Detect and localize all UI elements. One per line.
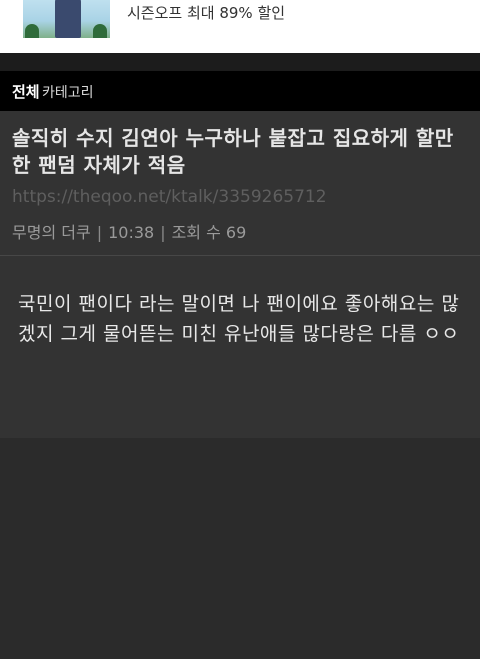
section-gap: [0, 53, 480, 71]
ad-banner[interactable]: 시즌오프 최대 89% 할인: [0, 0, 480, 53]
ad-thumbnail-image[interactable]: [23, 0, 110, 38]
palm-decoration: [93, 24, 107, 38]
post-header: 솔직히 수지 김연아 누구하나 붙잡고 집요하게 할만한 팬덤 자체가 적음 h…: [0, 111, 480, 255]
post-views: 조회 수 69: [171, 223, 247, 242]
category-all-link[interactable]: 전체: [12, 81, 40, 102]
post-body: 국민이 팬이다 라는 말이면 나 팬이에요 좋아해요는 많겠지 그게 물어뜯는 …: [0, 256, 480, 438]
post-author: 무명의 더쿠: [12, 223, 91, 242]
category-bar: 전체 카테고리: [0, 71, 480, 111]
category-link[interactable]: 카테고리: [42, 82, 94, 102]
post-time: 10:38: [108, 223, 155, 242]
post-content: 국민이 팬이다 라는 말이면 나 팬이에요 좋아해요는 많겠지 그게 물어뜯는 …: [18, 293, 460, 345]
ad-text[interactable]: 시즌오프 최대 89% 할인: [127, 2, 285, 23]
post-meta: 무명의 더쿠 | 10:38 | 조회 수 69: [12, 219, 246, 243]
model-figure: [55, 0, 81, 38]
post-url[interactable]: https://theqoo.net/ktalk/3359265712: [12, 187, 327, 207]
meta-separator: |: [96, 223, 103, 242]
palm-decoration: [25, 24, 39, 38]
page-background: [0, 438, 480, 659]
meta-separator: |: [160, 223, 166, 242]
post-title: 솔직히 수지 김연아 누구하나 붙잡고 집요하게 할만한 팬덤 자체가 적음: [12, 126, 454, 177]
